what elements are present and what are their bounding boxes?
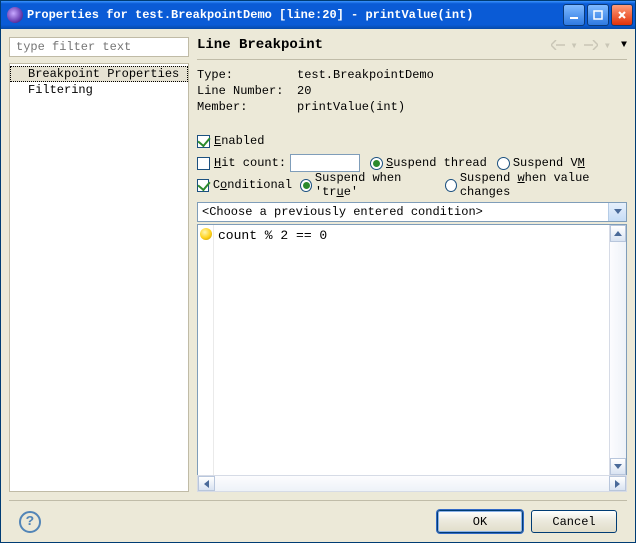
close-button[interactable] [611,4,633,26]
suspend-thread-radio[interactable] [370,157,383,170]
member-label: Member: [197,100,297,114]
forward-icon[interactable] [584,40,598,50]
hitcount-checkbox[interactable] [197,157,210,170]
page-heading: Line Breakpoint [197,37,551,53]
back-icon[interactable] [551,40,565,50]
hitcount-label[interactable]: Hit count: [214,156,286,170]
tree-item-bp-properties[interactable]: Breakpoint Properties [10,66,188,82]
titlebar[interactable]: Properties for test.BreakpointDemo [line… [1,1,635,29]
conditional-label[interactable]: Conditional [213,178,292,192]
chevron-down-icon[interactable] [608,203,626,221]
condition-editor[interactable]: count % 2 == 0 [214,225,609,475]
member-value: printValue(int) [297,100,405,114]
scroll-right-icon[interactable] [609,476,626,491]
maximize-button[interactable] [587,4,609,26]
eclipse-icon [7,7,23,23]
scroll-down-icon[interactable] [610,458,626,475]
editor-gutter [198,225,214,475]
suspend-change-label[interactable]: Suspend when value changes [460,171,627,199]
menu-chevron-icon[interactable]: ▼ [621,40,627,51]
enabled-label[interactable]: Enabled [214,134,264,148]
dialog-window: Properties for test.BreakpointDemo [line… [0,0,636,543]
type-value: test.BreakpointDemo [297,68,434,82]
cancel-button[interactable]: Cancel [531,510,617,533]
sidebar: Breakpoint Properties Filtering [9,37,189,492]
hitcount-input[interactable] [290,154,360,172]
button-bar: ? OK Cancel [9,500,627,542]
suspend-change-radio[interactable] [445,179,457,192]
suspend-vm-label[interactable]: Suspend VM [513,156,585,170]
filter-input[interactable] [14,38,184,56]
lightbulb-icon[interactable] [200,228,212,240]
suspend-true-label[interactable]: Suspend when 'true' [315,171,437,199]
enabled-checkbox[interactable] [197,135,210,148]
main-panel: Line Breakpoint ▾ ▾ ▼ Type:test.Breakpoi… [197,37,627,492]
nav-arrows: ▾ ▾ ▼ [551,38,627,53]
editor-hscrollbar[interactable] [197,475,627,492]
help-button[interactable]: ? [19,511,41,533]
ok-button[interactable]: OK [437,510,523,533]
condition-editor-wrap: count % 2 == 0 [197,224,627,476]
line-label: Line Number: [197,84,297,98]
line-value: 20 [297,84,311,98]
condition-history-text: <Choose a previously entered condition> [198,205,608,219]
scroll-up-icon[interactable] [610,225,626,242]
condition-history-select[interactable]: <Choose a previously entered condition> [197,202,627,222]
suspend-true-radio[interactable] [300,179,312,192]
editor-vscrollbar[interactable] [609,225,626,475]
scroll-left-icon[interactable] [198,476,215,491]
minimize-button[interactable] [563,4,585,26]
tree-item-filtering[interactable]: Filtering [10,82,188,98]
window-title: Properties for test.BreakpointDemo [line… [27,8,563,22]
suspend-thread-label[interactable]: Suspend thread [386,156,487,170]
suspend-vm-radio[interactable] [497,157,510,170]
filter-input-wrap[interactable] [9,37,189,57]
category-tree[interactable]: Breakpoint Properties Filtering [9,63,189,492]
conditional-checkbox[interactable] [197,179,209,192]
type-label: Type: [197,68,297,82]
